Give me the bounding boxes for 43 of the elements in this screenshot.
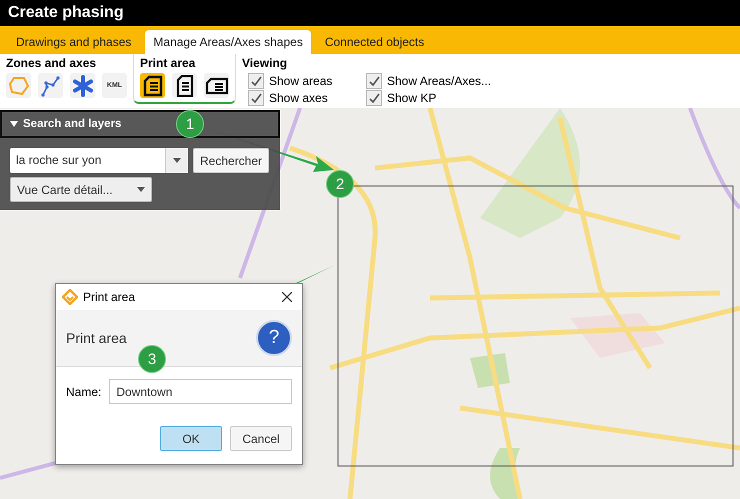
polyline-icon: [40, 74, 62, 96]
polygon-icon: [8, 74, 30, 96]
tool-button[interactable]: [204, 73, 229, 98]
help-button[interactable]: ?: [256, 320, 292, 356]
page-icon: [174, 74, 194, 96]
tool-button[interactable]: [140, 73, 165, 98]
search-button[interactable]: Rechercher: [193, 148, 270, 173]
dialog-button[interactable]: Cancel: [230, 426, 292, 451]
field-label: Name:: [66, 384, 102, 398]
search-field[interactable]: la roche sur yon: [10, 148, 188, 173]
checkbox-label: Show KP: [387, 91, 436, 105]
checkbox-label: Show areas: [269, 74, 332, 88]
window-title: Create phasing: [0, 0, 740, 26]
group-title: Print area: [140, 56, 196, 70]
list-document-icon: [142, 74, 164, 96]
checkbox-label: Show axes: [269, 91, 328, 105]
checkmark-icon: [250, 76, 262, 86]
checkmark-icon: [368, 76, 380, 86]
checkbox[interactable]: [248, 73, 264, 89]
step-badge: 2: [326, 170, 354, 198]
dialog-title: Print area: [83, 290, 136, 304]
checkbox[interactable]: [248, 90, 264, 106]
asterisk-icon: [72, 74, 94, 96]
dialog-heading: Print area: [66, 330, 127, 346]
layer-dropdown[interactable]: Vue Carte détail...: [10, 177, 152, 202]
group-title: Zones and axes: [6, 56, 98, 70]
card-icon: [204, 76, 228, 96]
name-field[interactable]: Downtown: [109, 379, 292, 404]
checkbox[interactable]: [366, 73, 382, 89]
tool-button[interactable]: [172, 73, 197, 98]
dialog-button[interactable]: OK: [160, 426, 222, 451]
checkbox-label: Show Areas/Axes...: [387, 74, 492, 88]
expand-triangle-icon[interactable]: [10, 121, 18, 127]
tab[interactable]: Drawings and phases: [8, 30, 140, 54]
diamond-logo-icon: [62, 289, 78, 305]
tab[interactable]: Manage Areas/Axes shapes: [145, 30, 311, 54]
tab[interactable]: Connected objects: [316, 30, 432, 54]
checkmark-icon: [368, 92, 380, 104]
group-title: Viewing: [242, 56, 288, 70]
caret-icon: [173, 158, 181, 163]
checkbox[interactable]: [366, 90, 382, 106]
checkmark-icon: [250, 92, 262, 104]
panel-title: Search and layers: [23, 118, 122, 130]
